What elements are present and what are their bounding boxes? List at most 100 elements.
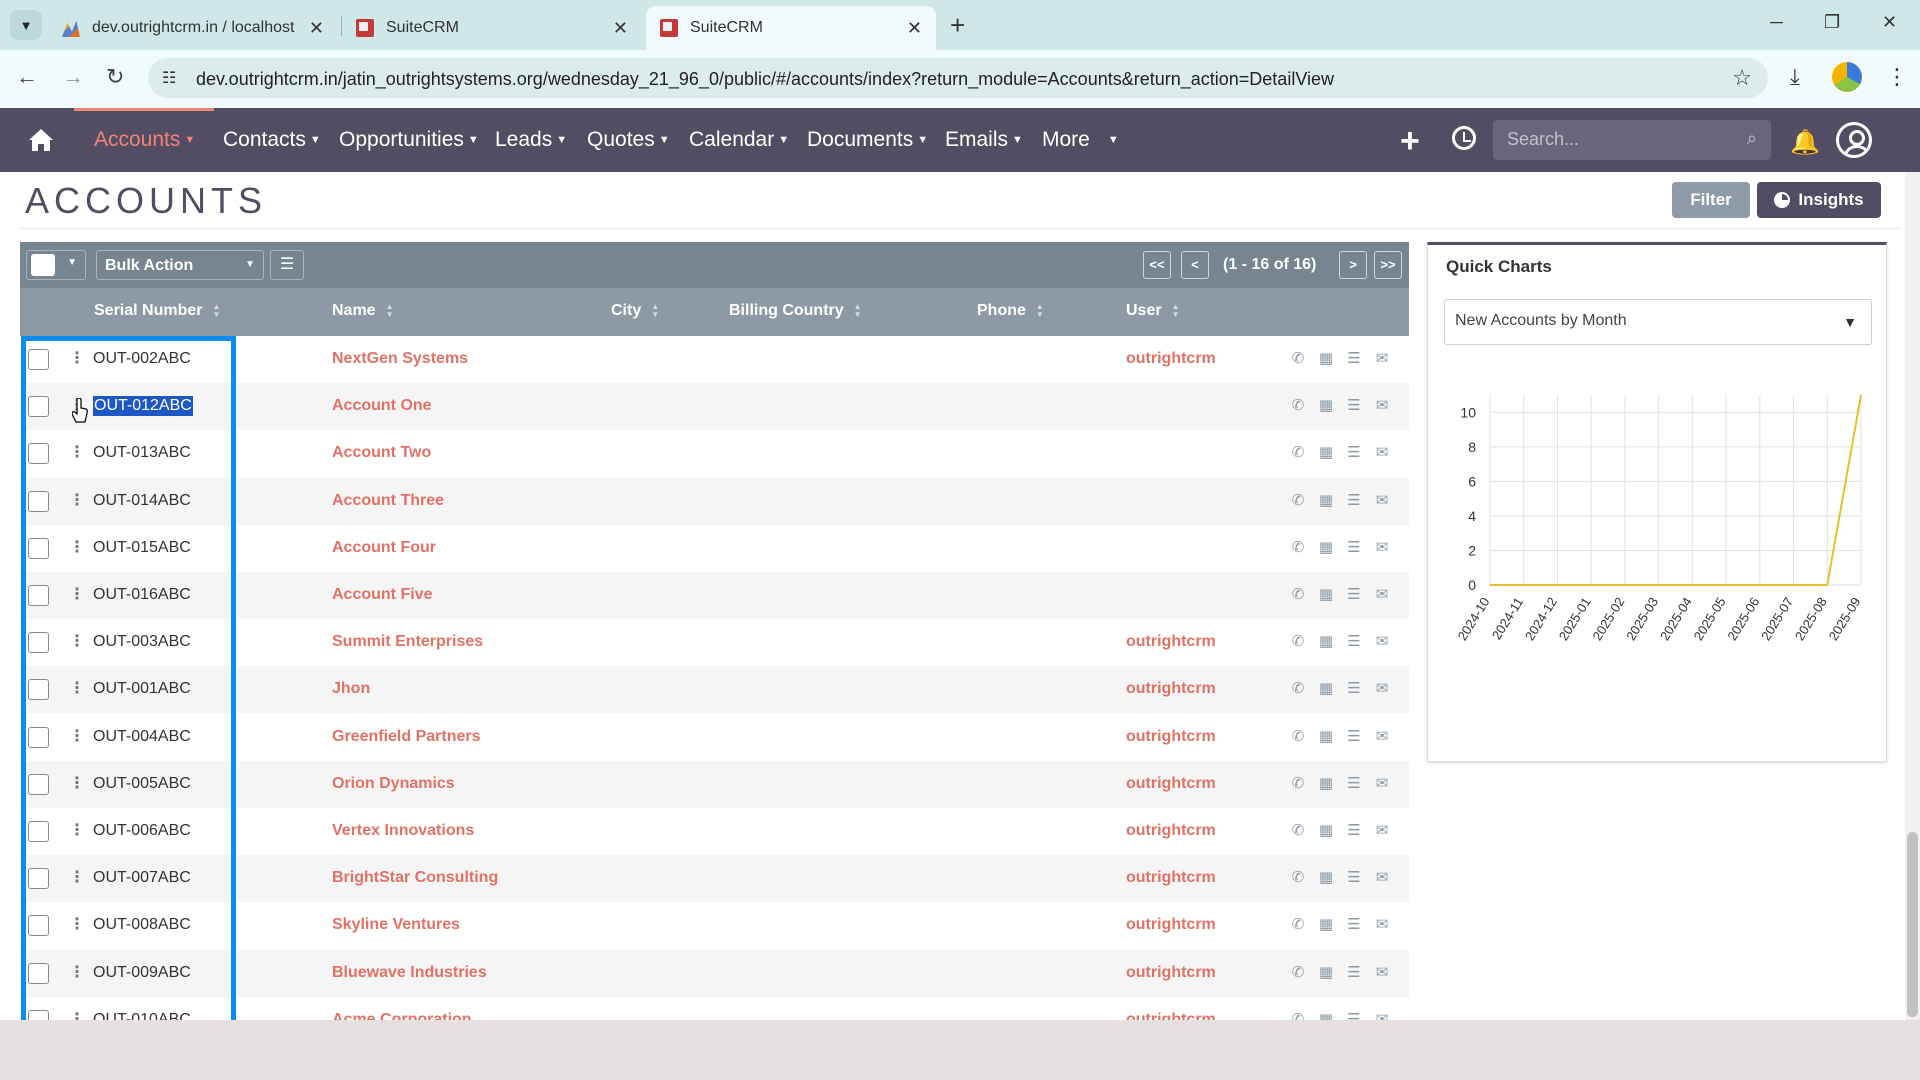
insights-button[interactable]: Insights xyxy=(1757,182,1881,218)
phone-icon[interactable]: ✆ xyxy=(1290,963,1306,981)
row-checkbox[interactable] xyxy=(28,632,49,654)
serial-number-cell[interactable]: OUT-016ABC xyxy=(93,586,191,604)
task-list-icon[interactable]: ☰ xyxy=(1346,491,1362,509)
row-actions-icon[interactable]: ⋮ xyxy=(69,537,85,557)
serial-number-cell[interactable]: OUT-007ABC xyxy=(93,869,191,887)
row-actions-icon[interactable]: ⋮ xyxy=(69,442,85,462)
sort-icon[interactable]: ▲ ▼ xyxy=(1172,302,1180,319)
nav-accounts[interactable]: Accounts ▼ xyxy=(94,128,195,152)
assigned-user-link[interactable]: outrightcrm xyxy=(1126,869,1216,887)
account-name-link[interactable]: Vertex Innovations xyxy=(332,822,474,840)
task-list-icon[interactable]: ☰ xyxy=(1346,443,1362,461)
row-checkbox[interactable] xyxy=(28,962,49,984)
calendar-icon[interactable]: ▦ xyxy=(1318,868,1334,886)
task-list-icon[interactable]: ☰ xyxy=(1346,679,1362,697)
table-row[interactable]: ⋮ OUT-002ABC NextGen Systems outrightcrm ✆ ▦ ☰… xyxy=(20,336,1409,383)
task-list-icon[interactable]: ☰ xyxy=(1346,774,1362,792)
calendar-icon[interactable]: ▦ xyxy=(1318,632,1334,650)
task-list-icon[interactable]: ☰ xyxy=(1346,538,1362,556)
row-checkbox[interactable] xyxy=(28,1009,49,1020)
serial-number-cell[interactable]: OUT-009ABC xyxy=(93,964,191,982)
serial-number-cell[interactable]: OUT-001ABC xyxy=(93,680,191,698)
phone-icon[interactable]: ✆ xyxy=(1290,349,1306,367)
select-all-dropdown[interactable]: ▼ xyxy=(26,250,86,280)
assigned-user-link[interactable]: outrightcrm xyxy=(1126,633,1216,651)
assigned-user-link[interactable]: outrightcrm xyxy=(1126,350,1216,368)
calendar-icon[interactable]: ▦ xyxy=(1318,538,1334,556)
phone-icon[interactable]: ✆ xyxy=(1290,774,1306,792)
row-actions-icon[interactable]: ⋮ xyxy=(69,1009,85,1020)
table-row[interactable]: ⋮ OUT-007ABC BrightStar Consulting outright… xyxy=(20,855,1409,903)
nav-more[interactable]: More ▼ xyxy=(1042,128,1119,152)
account-name-link[interactable]: Account Five xyxy=(332,586,432,604)
calendar-icon[interactable]: ▦ xyxy=(1318,585,1334,603)
assigned-user-link[interactable]: outrightcrm xyxy=(1126,775,1216,793)
serial-number-cell[interactable]: OUT-014ABC xyxy=(93,492,191,510)
row-checkbox[interactable] xyxy=(28,490,49,512)
email-icon[interactable]: ✉ xyxy=(1374,821,1390,839)
table-row[interactable]: ⋮ OUT-004ABC Greenfield Partners outrightcr… xyxy=(20,714,1409,761)
account-name-link[interactable]: Skyline Ventures xyxy=(332,916,460,934)
column-billing-country[interactable]: Billing Country ▲ ▼ xyxy=(729,302,862,320)
row-checkbox[interactable] xyxy=(28,679,49,701)
calendar-icon[interactable]: ▦ xyxy=(1318,1010,1334,1020)
row-checkbox[interactable] xyxy=(28,773,49,795)
row-checkbox[interactable] xyxy=(28,821,49,842)
calendar-icon[interactable]: ▦ xyxy=(1318,349,1334,367)
row-actions-icon[interactable]: ⋮ xyxy=(69,490,85,510)
column-name[interactable]: Name ▲ ▼ xyxy=(332,302,394,320)
filter-button[interactable]: Filter xyxy=(1672,182,1750,218)
table-row[interactable]: ⋮ OUT-008ABC Skyline Ventures outrightcrm ✆ ▦… xyxy=(20,902,1409,949)
minimize-icon[interactable]: ─ xyxy=(1770,12,1783,33)
phone-icon[interactable]: ✆ xyxy=(1290,491,1306,509)
next-page-button[interactable]: > xyxy=(1339,251,1367,279)
scrollbar-thumb[interactable] xyxy=(1907,832,1918,1017)
phone-icon[interactable]: ✆ xyxy=(1290,679,1306,697)
search-input[interactable] xyxy=(1507,129,1727,150)
account-name-link[interactable]: Summit Enterprises xyxy=(332,633,483,651)
site-info-icon[interactable]: ☷ xyxy=(162,68,176,88)
browser-tab-suitecrm[interactable]: SuiteCRM ✕ xyxy=(342,6,642,50)
table-row[interactable]: ⋮ OUT-016ABC Account Five ✆ ▦ ☰ ✉ xyxy=(20,572,1409,619)
email-icon[interactable]: ✉ xyxy=(1374,679,1390,697)
last-page-button[interactable]: >> xyxy=(1374,251,1402,279)
tab-search-button[interactable]: ▼ xyxy=(10,10,42,40)
close-icon[interactable]: ✕ xyxy=(309,18,324,39)
calendar-icon[interactable]: ▦ xyxy=(1318,915,1334,933)
assigned-user-link[interactable]: outrightcrm xyxy=(1126,822,1216,840)
email-icon[interactable]: ✉ xyxy=(1374,915,1390,933)
sort-icon[interactable]: ▲ ▼ xyxy=(854,302,862,319)
row-actions-icon[interactable]: ⋮ xyxy=(69,962,85,982)
bookmark-star-icon[interactable]: ☆ xyxy=(1732,65,1752,91)
email-icon[interactable]: ✉ xyxy=(1374,538,1390,556)
account-name-link[interactable]: Jhon xyxy=(332,680,370,698)
phone-icon[interactable]: ✆ xyxy=(1290,396,1306,414)
sort-icon[interactable]: ▲ ▼ xyxy=(212,302,220,319)
row-actions-icon[interactable]: ⋮ xyxy=(69,726,85,746)
download-icon[interactable]: ⤓ xyxy=(1790,64,1800,90)
history-icon[interactable] xyxy=(1452,126,1476,150)
assigned-user-link[interactable]: outrightcrm xyxy=(1126,728,1216,746)
calendar-icon[interactable]: ▦ xyxy=(1318,679,1334,697)
calendar-icon[interactable]: ▦ xyxy=(1318,774,1334,792)
calendar-icon[interactable]: ▦ xyxy=(1318,396,1334,414)
task-list-icon[interactable]: ☰ xyxy=(1346,821,1362,839)
email-icon[interactable]: ✉ xyxy=(1374,491,1390,509)
profile-avatar[interactable] xyxy=(1830,60,1864,94)
serial-number-cell[interactable]: OUT-006ABC xyxy=(93,822,191,840)
row-checkbox[interactable] xyxy=(28,585,49,606)
row-checkbox[interactable] xyxy=(28,349,49,370)
serial-number-cell[interactable]: OUT-002ABC xyxy=(93,350,191,368)
row-checkbox[interactable] xyxy=(28,396,49,418)
serial-number-cell[interactable]: OUT-012ABC xyxy=(93,396,193,417)
nav-emails[interactable]: Emails ▼ xyxy=(945,128,1023,152)
row-actions-icon[interactable]: ⋮ xyxy=(69,914,85,934)
nav-opportunities[interactable]: Opportunities ▼ xyxy=(339,128,479,152)
account-name-link[interactable]: Greenfield Partners xyxy=(332,728,481,746)
calendar-icon[interactable]: ▦ xyxy=(1318,821,1334,839)
table-row[interactable]: ⋮ OUT-010ABC Acme Corporation outrightcrm ✆ ▦… xyxy=(20,997,1409,1020)
row-actions-icon[interactable]: ⋮ xyxy=(69,348,85,368)
sort-icon[interactable]: ▲ ▼ xyxy=(386,302,394,319)
row-actions-icon[interactable]: ⋮ xyxy=(69,584,85,604)
assigned-user-link[interactable]: outrightcrm xyxy=(1126,1011,1216,1020)
